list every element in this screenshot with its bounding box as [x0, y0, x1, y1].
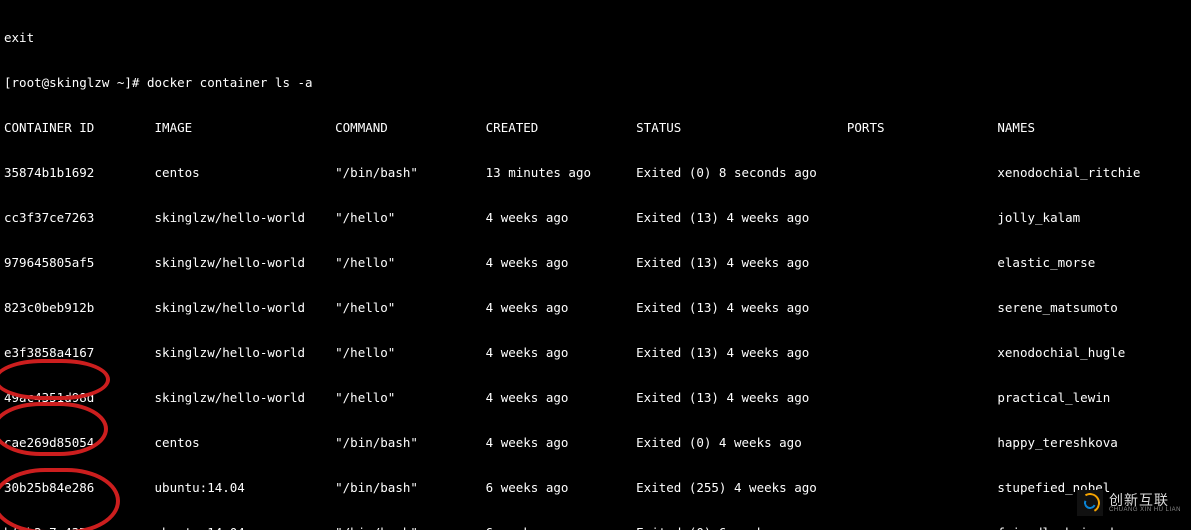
- table-row: 35874b1b1692 centos "/bin/bash" 13 minut…: [4, 165, 1187, 180]
- watermark-logo-icon: [1077, 490, 1103, 516]
- table-row: cc3f37ce7263 skinglzw/hello-world "/hell…: [4, 210, 1187, 225]
- terminal-line: exit: [4, 30, 1187, 45]
- table-row: e3f3858a4167 skinglzw/hello-world "/hell…: [4, 345, 1187, 360]
- prompt-line: [root@skinglzw ~]# docker container ls -…: [4, 75, 1187, 90]
- table-row: bf7b2c7a437e ubuntu:14.04 "/bin/bash" 6 …: [4, 525, 1187, 530]
- watermark-text-en: CHUANG XIN HU LIAN: [1109, 507, 1181, 513]
- table-header: CONTAINER ID IMAGE COMMAND CREATED STATU…: [4, 120, 1187, 135]
- terminal[interactable]: exit [root@skinglzw ~]# docker container…: [0, 0, 1191, 530]
- table-row: 49ac4351d98d skinglzw/hello-world "/hell…: [4, 390, 1187, 405]
- table-row: 30b25b84e286 ubuntu:14.04 "/bin/bash" 6 …: [4, 480, 1187, 495]
- table-row: 979645805af5 skinglzw/hello-world "/hell…: [4, 255, 1187, 270]
- watermark-text-cn: 创新互联: [1109, 493, 1181, 507]
- watermark: 创新互联 CHUANG XIN HU LIAN: [1077, 490, 1181, 516]
- table-row: 823c0beb912b skinglzw/hello-world "/hell…: [4, 300, 1187, 315]
- table-row: cae269d85054 centos "/bin/bash" 4 weeks …: [4, 435, 1187, 450]
